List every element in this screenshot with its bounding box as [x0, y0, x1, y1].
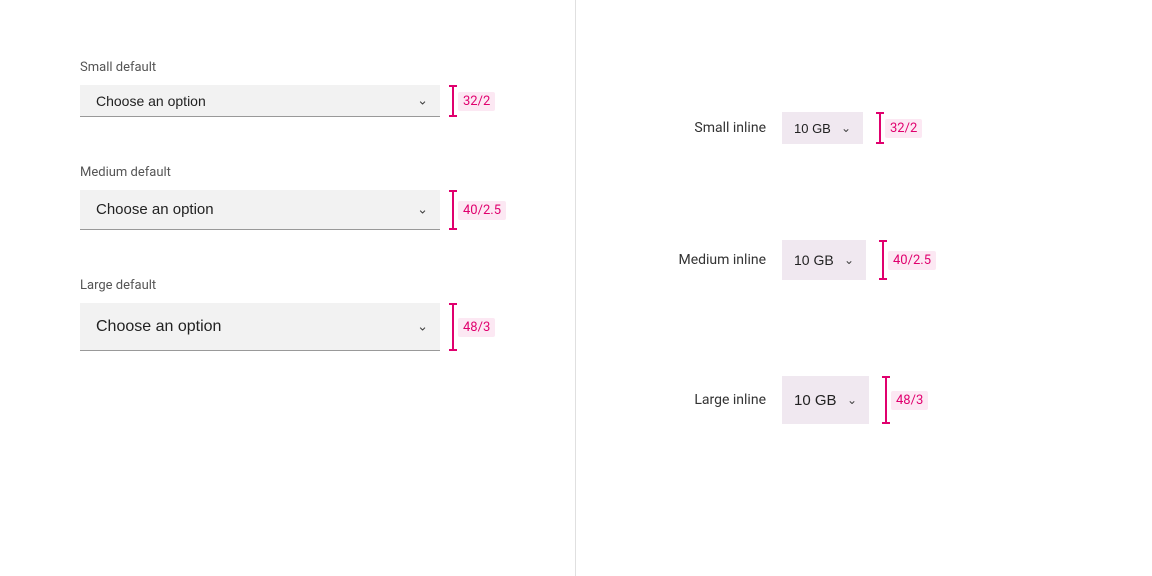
large-default-row: Choose an option ⌄ 48/3	[80, 303, 495, 351]
medium-default-label: Medium default	[80, 165, 495, 180]
medium-inline-measurement: 40/2.5	[882, 240, 936, 280]
small-inline-select[interactable]: 10 GB	[782, 112, 863, 144]
large-inline-wrapper: 10 GB ⌄	[782, 376, 869, 424]
medium-default-row: Choose an option ⌄ 40/2.5	[80, 190, 495, 230]
measurement-value-large-inline: 48/3	[891, 391, 928, 410]
measurement-bar-small	[452, 85, 454, 117]
right-panel: Small inline 10 GB ⌄ 32/2 Medium inline …	[576, 0, 1152, 576]
large-default-wrapper: Choose an option ⌄	[80, 303, 440, 351]
measurement-bar-large	[452, 303, 454, 351]
measurement-value-medium: 40/2.5	[458, 201, 506, 220]
large-default-measurement: 48/3	[452, 303, 495, 351]
medium-default-measurement: 40/2.5	[452, 190, 506, 230]
small-default-select[interactable]: Choose an option	[80, 85, 440, 117]
measurement-bar-medium-inline	[882, 240, 884, 280]
medium-default-wrapper: Choose an option ⌄	[80, 190, 440, 230]
small-inline-group: Small inline 10 GB ⌄ 32/2	[656, 112, 1072, 144]
small-default-group: Small default Choose an option ⌄ 32/2	[80, 60, 495, 117]
small-inline-measurement: 32/2	[879, 112, 922, 144]
large-inline-group: Large inline 10 GB ⌄ 48/3	[656, 376, 1072, 424]
medium-inline-select[interactable]: 10 GB	[782, 240, 866, 280]
medium-inline-group: Medium inline 10 GB ⌄ 40/2.5	[656, 240, 1072, 280]
measurement-value-small: 32/2	[458, 92, 495, 111]
medium-inline-wrapper: 10 GB ⌄	[782, 240, 866, 280]
medium-default-group: Medium default Choose an option ⌄ 40/2.5	[80, 165, 495, 230]
left-panel: Small default Choose an option ⌄ 32/2 Me…	[0, 0, 576, 576]
medium-default-select[interactable]: Choose an option	[80, 190, 440, 230]
measurement-value-small-inline: 32/2	[885, 119, 922, 138]
measurement-bar-large-inline	[885, 376, 887, 424]
measurement-value-medium-inline: 40/2.5	[888, 251, 936, 270]
measurement-bar-small-inline	[879, 112, 881, 144]
large-default-label: Large default	[80, 278, 495, 293]
small-default-wrapper: Choose an option ⌄	[80, 85, 440, 117]
measurement-bar-medium	[452, 190, 454, 230]
large-default-group: Large default Choose an option ⌄ 48/3	[80, 278, 495, 351]
small-inline-wrapper: 10 GB ⌄	[782, 112, 863, 144]
small-default-row: Choose an option ⌄ 32/2	[80, 85, 495, 117]
large-default-select[interactable]: Choose an option	[80, 303, 440, 351]
large-inline-select[interactable]: 10 GB	[782, 376, 869, 424]
large-inline-measurement: 48/3	[885, 376, 928, 424]
medium-inline-label: Medium inline	[656, 252, 766, 268]
small-default-measurement: 32/2	[452, 85, 495, 117]
small-inline-label: Small inline	[656, 120, 766, 136]
measurement-value-large: 48/3	[458, 318, 495, 337]
large-inline-label: Large inline	[656, 392, 766, 408]
small-default-label: Small default	[80, 60, 495, 75]
